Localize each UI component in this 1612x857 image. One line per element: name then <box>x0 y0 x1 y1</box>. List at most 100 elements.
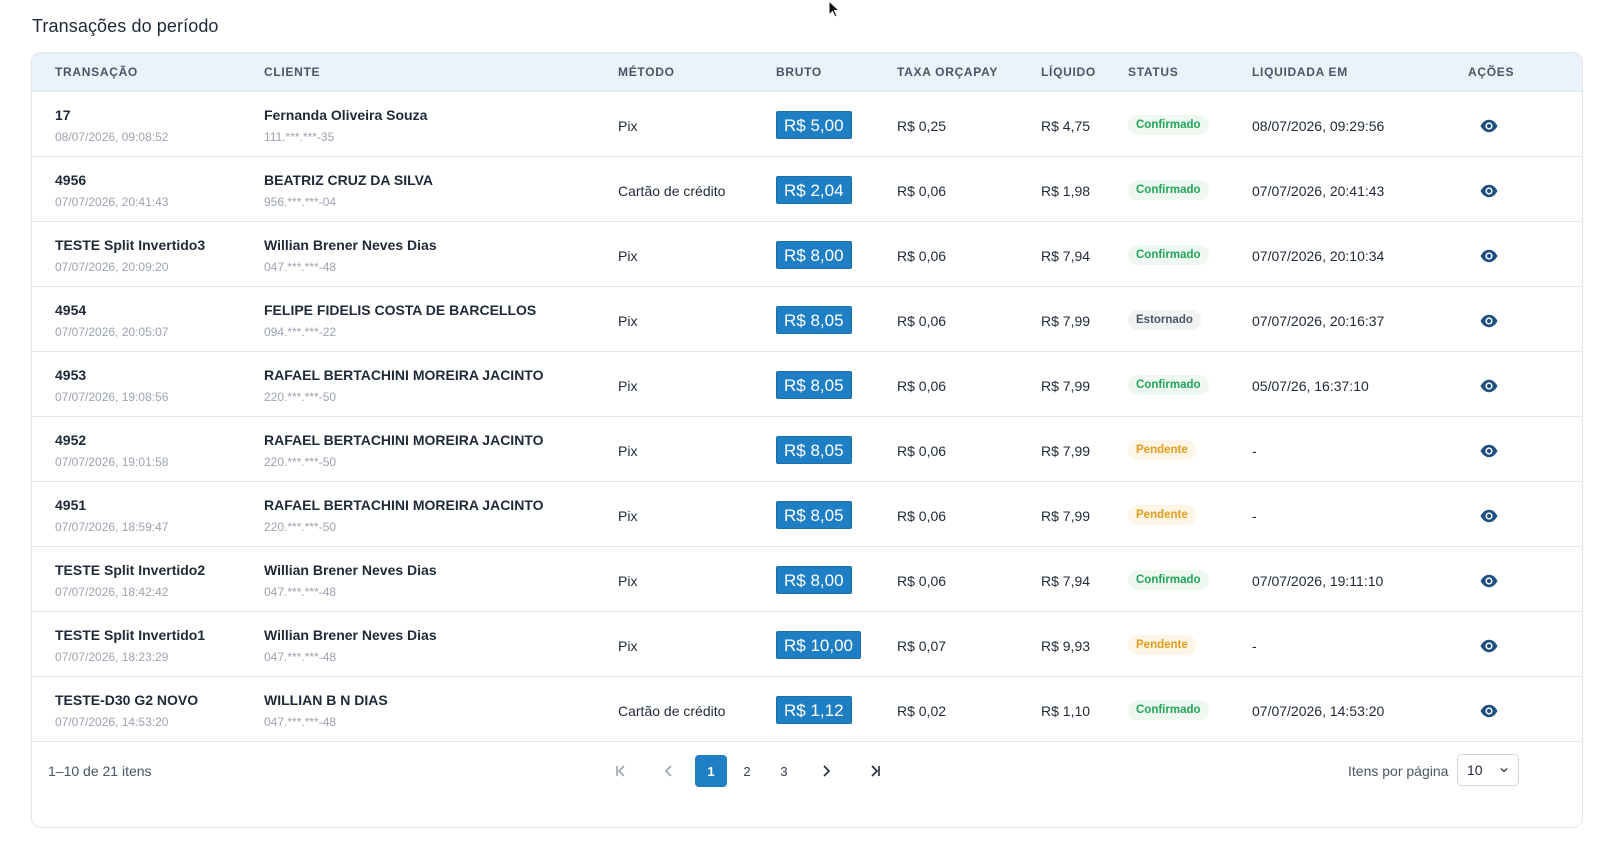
settled-at: 07/07/2026, 20:41:43 <box>1252 183 1385 199</box>
gross-amount: R$ 8,00 <box>776 566 852 594</box>
next-page-button[interactable] <box>810 755 842 787</box>
table-row: TESTE-D30 G2 NOVO 07/07/2026, 14:53:20 WIL… <box>32 677 1582 742</box>
fee-amount: R$ 0,06 <box>897 378 947 394</box>
table-row: 4954 07/07/2026, 20:05:07 FELIPE FIDELIS C… <box>32 287 1582 352</box>
client-name: Fernanda Oliveira Souza <box>264 107 428 123</box>
status-badge: Pendente <box>1128 635 1196 655</box>
view-transaction-button[interactable] <box>1479 181 1499 201</box>
client-name: Willian Brener Neves Dias <box>264 627 437 643</box>
net-amount: R$ 7,99 <box>1041 378 1091 394</box>
transaction-date: 07/07/2026, 20:41:43 <box>55 195 169 209</box>
eye-icon <box>1480 119 1498 133</box>
table-header: TRANSAÇÃO CLIENTE MÉTODO BRUTO TAXA ORÇA… <box>32 53 1582 92</box>
gross-amount: R$ 8,05 <box>776 436 852 464</box>
net-amount: R$ 4,75 <box>1041 118 1091 134</box>
view-transaction-button[interactable] <box>1479 246 1499 266</box>
settled-at: 05/07/26, 16:37:10 <box>1252 378 1369 394</box>
transaction-date: 07/07/2026, 19:01:58 <box>55 455 169 469</box>
gross-amount: R$ 8,05 <box>776 501 852 529</box>
client-name: WILLIAN B N DIAS <box>264 692 388 708</box>
transaction-id: 4954 <box>55 302 87 318</box>
table-row: TESTE Split Invertido3 07/07/2026, 20:09:… <box>32 222 1582 287</box>
page-button-3[interactable]: 3 <box>768 755 800 787</box>
eye-icon <box>1480 704 1498 718</box>
last-page-button[interactable] <box>859 755 891 787</box>
status-badge: Pendente <box>1128 440 1196 460</box>
page-button-1[interactable]: 1 <box>695 755 727 787</box>
transaction-date: 07/07/2026, 18:59:47 <box>55 520 169 534</box>
status-badge: Pendente <box>1128 505 1196 525</box>
table-row: 4956 07/07/2026, 20:41:43 BEATRIZ CRUZ DA … <box>32 157 1582 222</box>
first-page-button[interactable] <box>605 755 637 787</box>
client-name: RAFAEL BERTACHINI MOREIRA JACINTO <box>264 497 544 513</box>
transaction-id: 17 <box>55 107 71 123</box>
previous-page-button[interactable] <box>653 755 685 787</box>
view-transaction-button[interactable] <box>1479 571 1499 591</box>
transaction-date: 08/07/2026, 09:08:52 <box>55 130 169 144</box>
client-document: 047.***.***-48 <box>264 715 337 729</box>
status-badge: Confirmado <box>1128 115 1209 135</box>
view-transaction-button[interactable] <box>1479 506 1499 526</box>
first-page-icon <box>616 765 625 777</box>
view-transaction-button[interactable] <box>1479 441 1499 461</box>
view-transaction-button[interactable] <box>1479 636 1499 656</box>
settled-at: - <box>1252 443 1257 459</box>
client-document: 111.***.***-35 <box>264 130 335 144</box>
settled-at: 07/07/2026, 19:11:10 <box>1252 573 1384 589</box>
settled-at: 07/07/2026, 14:53:20 <box>1252 703 1385 719</box>
transaction-date: 07/07/2026, 14:53:20 <box>55 715 169 729</box>
fee-amount: R$ 0,06 <box>897 248 947 264</box>
net-amount: R$ 7,94 <box>1041 248 1091 264</box>
transaction-id: 4952 <box>55 432 87 448</box>
eye-icon <box>1480 379 1498 393</box>
view-transaction-button[interactable] <box>1479 376 1499 396</box>
view-transaction-button[interactable] <box>1479 311 1499 331</box>
eye-icon <box>1480 444 1498 458</box>
status-badge: Confirmado <box>1128 180 1209 200</box>
column-header-actions: AÇÕES <box>1468 65 1515 79</box>
transaction-id: TESTE Split Invertido1 <box>55 627 206 643</box>
view-transaction-button[interactable] <box>1479 116 1499 136</box>
table-row: TESTE Split Invertido1 07/07/2026, 18:23:… <box>32 612 1582 677</box>
fee-amount: R$ 0,25 <box>897 118 947 134</box>
fee-amount: R$ 0,06 <box>897 443 947 459</box>
payment-method: Cartão de crédito <box>618 183 726 199</box>
column-header-fee: TAXA ORÇAPAY <box>897 65 999 79</box>
mouse-cursor-icon <box>828 0 841 18</box>
client-name: RAFAEL BERTACHINI MOREIRA JACINTO <box>264 432 544 448</box>
items-per-page-label: Itens por página <box>1348 763 1449 779</box>
column-header-settled-at: LIQUIDADA EM <box>1252 65 1348 79</box>
fee-amount: R$ 0,07 <box>897 638 947 654</box>
payment-method: Pix <box>618 443 638 459</box>
transactions-table-card: TRANSAÇÃO CLIENTE MÉTODO BRUTO TAXA ORÇA… <box>31 52 1583 828</box>
net-amount: R$ 7,94 <box>1041 573 1091 589</box>
section-title: Transações do período <box>32 16 219 36</box>
transaction-id: TESTE Split Invertido2 <box>55 562 206 578</box>
net-amount: R$ 7,99 <box>1041 443 1091 459</box>
table-row: TESTE Split Invertido2 07/07/2026, 18:42:… <box>32 547 1582 612</box>
payment-method: Pix <box>618 638 638 654</box>
table-row: 4951 07/07/2026, 18:59:47 RAFAEL BERTACHIN… <box>32 482 1582 547</box>
transaction-date: 07/07/2026, 20:05:07 <box>55 325 169 339</box>
transaction-date: 07/07/2026, 18:42:42 <box>55 585 169 599</box>
client-name: Willian Brener Neves Dias <box>264 237 437 253</box>
items-per-page-select[interactable]: 10 <box>1457 754 1519 786</box>
view-transaction-button[interactable] <box>1479 701 1499 721</box>
payment-method: Pix <box>618 313 638 329</box>
client-document: 220.***.***-50 <box>264 390 337 404</box>
status-badge: Confirmado <box>1128 700 1209 720</box>
column-header-status: STATUS <box>1128 65 1179 79</box>
status-badge: Estornado <box>1128 310 1201 330</box>
chevron-left-icon <box>664 765 672 777</box>
transaction-id: TESTE Split Invertido3 <box>55 237 206 253</box>
client-document: 047.***.***-48 <box>264 260 337 274</box>
status-badge: Confirmado <box>1128 245 1209 265</box>
page-button-2[interactable]: 2 <box>731 755 763 787</box>
transaction-date: 07/07/2026, 18:23:29 <box>55 650 169 664</box>
table-row: 4952 07/07/2026, 19:01:58 RAFAEL BERTACHIN… <box>32 417 1582 482</box>
column-header-gross: BRUTO <box>776 65 822 79</box>
settled-at: - <box>1252 638 1257 654</box>
client-name: Willian Brener Neves Dias <box>264 562 437 578</box>
payment-method: Pix <box>618 508 638 524</box>
settled-at: 07/07/2026, 20:16:37 <box>1252 313 1385 329</box>
